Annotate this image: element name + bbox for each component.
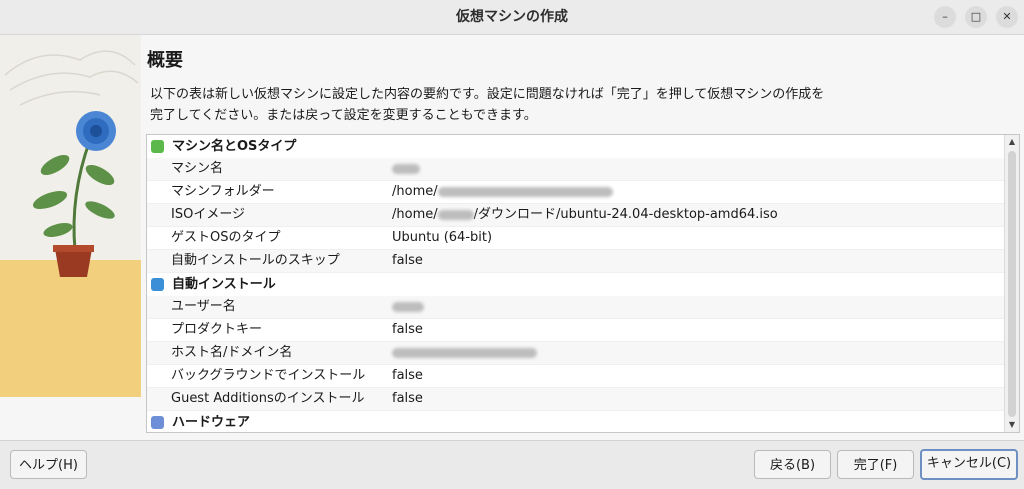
row-value: false [392, 391, 423, 406]
section-hardware[interactable]: ハードウェア [147, 411, 1004, 432]
close-button[interactable]: ✕ [996, 6, 1018, 28]
table-row[interactable]: マシンフォルダー /home/ [147, 181, 1004, 204]
row-value-redacted [392, 158, 420, 180]
table-row[interactable]: プロダクトキー false [147, 319, 1004, 342]
scroll-down-arrow-icon[interactable]: ▼ [1005, 418, 1019, 432]
redacted-text [437, 186, 613, 197]
section-title: ハードウェア [172, 415, 251, 430]
summary-description: 以下の表は新しい仮想マシンに設定した内容の要約です。設定に問題なければ「完了」を… [150, 84, 930, 126]
row-label: バックグラウンドでインストール [171, 368, 366, 383]
row-label: ユーザー名 [171, 299, 236, 314]
button-bar: ヘルプ(H) 戻る(B) 完了(F) キャンセル(C) [0, 440, 1024, 489]
minimize-button[interactable]: – [934, 6, 956, 28]
table-row[interactable]: ホスト名/ドメイン名 [147, 342, 1004, 365]
description-line: 完了してください。または戻って設定を変更することもできます。 [150, 108, 537, 123]
table-row[interactable]: バックグラウンドでインストール false [147, 365, 1004, 388]
cancel-button[interactable]: キャンセル(C) [920, 449, 1018, 480]
table-row[interactable]: 自動インストールのスキップ false [147, 250, 1004, 273]
redacted-text [437, 209, 474, 220]
row-label: マシン名 [171, 161, 224, 176]
finish-button[interactable]: 完了(F) [837, 450, 914, 479]
maximize-button[interactable]: □ [965, 6, 987, 28]
scroll-up-arrow-icon[interactable]: ▲ [1005, 135, 1019, 149]
row-label: ゲストOSのタイプ [171, 230, 281, 245]
vertical-scrollbar[interactable]: ▲ ▼ [1004, 135, 1019, 432]
table-row[interactable]: ゲストOSのタイプ Ubuntu (64-bit) [147, 227, 1004, 250]
dialog-window: 仮想マシンの作成 – □ ✕ 概要 以下の表は新しい仮想マシンに設定した内容の要… [0, 0, 1024, 489]
section-title: マシン名とOSタイプ [172, 139, 297, 154]
window-title: 仮想マシンの作成 [456, 9, 568, 25]
install-icon [151, 278, 164, 291]
row-value: false [392, 368, 423, 383]
row-label: マシンフォルダー [171, 184, 275, 199]
row-value: /home/ [392, 181, 613, 203]
summary-table[interactable]: マシン名とOSタイプ マシン名 マシンフォルダー /home/ ISOイメージ … [146, 134, 1020, 433]
path-prefix: /home/ [392, 207, 438, 222]
row-value-redacted [392, 342, 537, 364]
summary-rows: マシン名とOSタイプ マシン名 マシンフォルダー /home/ ISOイメージ … [147, 135, 1004, 432]
row-value: false [392, 253, 423, 268]
row-label: ホスト名/ドメイン名 [171, 345, 293, 360]
wizard-illustration [0, 35, 141, 397]
flower-pot-illustration [0, 35, 141, 397]
row-value-redacted [392, 296, 424, 318]
row-value: /home/ /ダウンロード/ubuntu-24.04-desktop-amd64… [392, 204, 778, 226]
row-label: プロダクトキー [171, 322, 263, 337]
hardware-icon [151, 416, 164, 429]
path-suffix: /ダウンロード/ubuntu-24.04-desktop-amd64.iso [473, 207, 778, 222]
table-row[interactable]: Guest Additionsのインストール false [147, 388, 1004, 411]
path-prefix: /home/ [392, 184, 438, 199]
row-label: Guest Additionsのインストール [171, 391, 365, 406]
row-label: ISOイメージ [171, 207, 246, 222]
help-button[interactable]: ヘルプ(H) [10, 450, 87, 479]
row-value: false [392, 322, 423, 337]
section-machine-name-os[interactable]: マシン名とOSタイプ [147, 135, 1004, 158]
machine-icon [151, 140, 164, 153]
back-button[interactable]: 戻る(B) [754, 450, 831, 479]
scrollbar-thumb[interactable] [1008, 151, 1016, 417]
description-line: 以下の表は新しい仮想マシンに設定した内容の要約です。設定に問題なければ「完了」を… [150, 87, 825, 102]
title-bar: 仮想マシンの作成 – □ ✕ [0, 0, 1024, 35]
table-row[interactable]: ユーザー名 [147, 296, 1004, 319]
section-title: 自動インストール [172, 277, 276, 292]
section-unattended-install[interactable]: 自動インストール [147, 273, 1004, 296]
page-title: 概要 [147, 50, 183, 71]
table-row[interactable]: マシン名 [147, 158, 1004, 181]
row-label: 自動インストールのスキップ [171, 253, 340, 268]
table-row[interactable]: ISOイメージ /home/ /ダウンロード/ubuntu-24.04-deskt… [147, 204, 1004, 227]
row-value: Ubuntu (64-bit) [392, 230, 493, 245]
